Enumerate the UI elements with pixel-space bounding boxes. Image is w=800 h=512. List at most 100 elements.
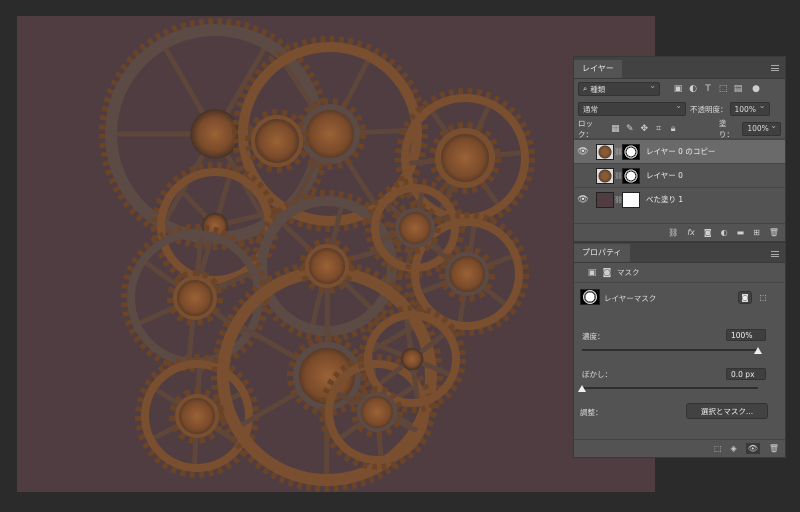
gear-ring [395, 208, 435, 248]
layer-name[interactable]: レイヤー 0 [646, 170, 683, 181]
type-filter-icon[interactable]: T [702, 83, 714, 95]
lock-transparent-icon[interactable]: ▦ [610, 123, 621, 135]
tab-properties[interactable]: プロパティ [574, 244, 630, 262]
gear-ring [300, 104, 360, 164]
layer-thumbnail [596, 167, 614, 184]
folder-icon[interactable]: ▬ [737, 228, 745, 237]
properties-footer: ⬚ ◈ 👁︎ 🗑︎ [574, 439, 785, 457]
layer-mask-thumbnail[interactable] [622, 191, 640, 208]
density-label: 濃度： [582, 332, 605, 341]
gear-ring [445, 252, 489, 296]
layer-filter-row: ⌕ 種類 ▣ ◐ T ⬚ ▤ ● [574, 79, 785, 99]
mask-link-icon[interactable]: ⛓ [614, 196, 623, 204]
document-canvas[interactable] [17, 16, 655, 492]
select-pixel-mask-icon[interactable]: ◙ [738, 291, 752, 304]
mask-link-icon[interactable]: ⛓ [614, 148, 623, 156]
properties-panel-header: プロパティ [574, 241, 785, 263]
mask-header: マスク [617, 268, 640, 277]
link-icon[interactable]: ⛓ [668, 228, 678, 237]
lock-label: ロック： [578, 118, 593, 139]
visibility-eye-icon[interactable]: ▢ [574, 171, 592, 181]
select-and-mask-button[interactable]: 選択とマスク... [686, 403, 768, 419]
apply-mask-icon[interactable]: ◈ [731, 444, 737, 453]
add-vector-mask-icon[interactable]: ⬚ [756, 291, 770, 304]
density-slider-track[interactable] [582, 349, 758, 351]
layer-list: 👁︎ ⛓ レイヤー 0 のコピー ▢ ⛓ レイヤー 0 👁︎ ⛓ べた塗り 1 [574, 139, 785, 211]
gear-hub [190, 109, 240, 159]
lock-brush-icon[interactable]: ✎ [624, 123, 635, 135]
layers-panel: × レイヤー ⌕ 種類 ▣ ◐ T ⬚ ▤ ● 通常 不透明度： 100% ロッ… [573, 55, 786, 458]
visibility-eye-icon[interactable]: 👁︎ [574, 195, 592, 205]
feather-label: ぼかし： [582, 370, 612, 379]
pixel-filter-icon[interactable]: ▣ [672, 83, 684, 95]
layers-footer: ⛓ fx ◙ ◐ ▬ ⊞ 🗑︎ [574, 223, 785, 241]
load-selection-icon[interactable]: ⬚ [714, 444, 722, 453]
layer-mask-thumbnail[interactable] [622, 167, 640, 184]
filter-toggle-icon[interactable]: ● [750, 83, 762, 95]
new-layer-icon[interactable]: ⊞ [753, 228, 760, 237]
density-slider-knob[interactable] [754, 347, 762, 354]
properties-menu-icon[interactable] [771, 251, 779, 257]
gear-ring [175, 394, 219, 438]
shape-filter-icon[interactable]: ⬚ [717, 83, 729, 95]
gears-group [99, 18, 535, 492]
layer-thumbnail [596, 191, 614, 208]
trash-icon[interactable]: 🗑︎ [769, 228, 779, 237]
blend-mode-label: 通常 [583, 104, 598, 114]
mask-link-icon[interactable]: ⛓ [614, 172, 623, 180]
gear-ring [305, 244, 349, 288]
lock-row: ロック： ▦ ✎ ✥ ⌗ 🔒︎ 塗り： 100% [574, 119, 785, 139]
gears-artwork [99, 18, 535, 492]
layer-mask-label: レイヤーマスク [604, 294, 657, 303]
mask-preview-thumbnail [580, 289, 600, 305]
fill-label: 塗り： [718, 118, 734, 139]
layer-row[interactable]: ▢ ⛓ レイヤー 0 [574, 163, 785, 187]
smart-object-filter-icon[interactable]: ▤ [732, 83, 744, 95]
visibility-eye-icon[interactable]: 👁︎ [574, 147, 592, 157]
gear-ring [251, 115, 303, 167]
layer-name[interactable]: レイヤー 0 のコピー [646, 146, 715, 157]
gear-hub [400, 347, 424, 371]
kind-filter-label: 種類 [590, 84, 606, 94]
vector-mask-icon[interactable]: ◙ [601, 267, 613, 279]
gear-ring [173, 276, 217, 320]
fill-field[interactable]: 100% [742, 121, 781, 136]
fill-value: 100% [747, 124, 769, 133]
layer-thumbnail [596, 143, 614, 160]
fx-icon[interactable]: fx [687, 228, 695, 237]
properties-body: レイヤーマスク ◙ ⬚ 濃度： 100% ぼかし： 0.0 px 調整： 選択と… [574, 283, 785, 443]
layer-name[interactable]: べた塗り 1 [646, 194, 683, 205]
mask-type-row: ▣ ◙ マスク [574, 263, 785, 283]
gear-ring [357, 392, 397, 432]
opacity-field[interactable]: 100% [729, 101, 770, 116]
gear-ring [435, 128, 495, 188]
opacity-label: 不透明度： [690, 104, 728, 114]
photoshop-workspace: × レイヤー ⌕ 種類 ▣ ◐ T ⬚ ▤ ● 通常 不透明度： 100% ロッ… [0, 0, 800, 512]
density-value: 100% [731, 330, 753, 340]
lock-move-icon[interactable]: ✥ [639, 123, 650, 135]
blend-row: 通常 不透明度： 100% [574, 99, 785, 119]
search-icon: ⌕ [583, 84, 588, 93]
adjustment-icon[interactable]: ◐ [721, 228, 728, 237]
tab-layers[interactable]: レイヤー [574, 60, 622, 78]
adjustment-filter-icon[interactable]: ◐ [687, 83, 699, 95]
kind-filter-select[interactable]: ⌕ 種類 [578, 81, 660, 96]
feather-value: 0.0 px [731, 369, 755, 379]
feather-slider-knob[interactable] [578, 385, 586, 392]
mask-icon[interactable]: ◙ [704, 228, 712, 237]
feather-slider-track[interactable] [582, 387, 758, 389]
pixel-mask-icon[interactable]: ▣ [586, 267, 598, 279]
feather-field[interactable]: 0.0 px [726, 368, 766, 380]
layer-mask-thumbnail[interactable] [622, 143, 640, 160]
toggle-mask-visibility-icon[interactable]: 👁︎ [745, 443, 760, 454]
layers-panel-header: レイヤー [574, 57, 785, 79]
delete-mask-icon[interactable]: 🗑︎ [769, 444, 779, 453]
blend-mode-select[interactable]: 通常 [578, 101, 686, 116]
layer-row[interactable]: 👁︎ ⛓ レイヤー 0 のコピー [574, 139, 785, 163]
lock-artboard-icon[interactable]: ⌗ [653, 123, 664, 135]
layer-row[interactable]: 👁︎ ⛓ べた塗り 1 [574, 187, 785, 211]
panel-menu-icon[interactable] [771, 65, 779, 71]
density-field[interactable]: 100% [726, 329, 766, 341]
lock-all-icon[interactable]: 🔒︎ [667, 123, 678, 135]
refine-label: 調整： [580, 408, 603, 417]
